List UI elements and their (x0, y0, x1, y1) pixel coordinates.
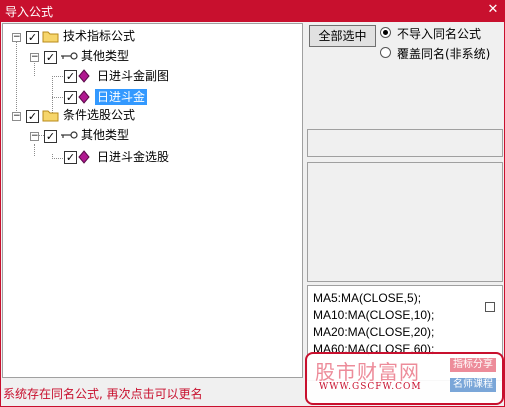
key-icon (61, 52, 78, 60)
folder-icon (42, 110, 59, 122)
tree-checkbox[interactable]: ✓ (64, 91, 77, 104)
tree-checkbox[interactable]: ✓ (44, 130, 57, 143)
tree-node[interactable]: − ✓ 条件选股公式 (3, 107, 203, 125)
collapse-icon[interactable]: − (30, 53, 39, 62)
formula-diamond-icon (78, 150, 90, 164)
formula-diamond-icon (78, 69, 90, 83)
close-icon[interactable]: ✕ (485, 2, 501, 18)
radio-overwrite-duplicates[interactable] (380, 47, 391, 58)
tree-node-label: 日进斗金 (95, 89, 148, 105)
dialog-body: − ✓ 技术指标公式 − ✓ 其他类型 ✓ 日进斗金副图 ✓ 日进斗金 − ✓ … (0, 22, 505, 407)
status-message: 系统存在同名公式, 再次点击可以更名 (3, 387, 203, 401)
tree-checkbox[interactable]: ✓ (26, 31, 39, 44)
radio-label[interactable]: 不导入同名公式 (397, 25, 481, 42)
tree-node[interactable]: − ✓ 技术指标公式 (3, 28, 203, 46)
options-panel: 全部选中 不导入同名公式 覆盖同名(非系统) MA5:MA(CLOSE,5); … (306, 22, 504, 382)
radio-skip-duplicates[interactable] (380, 27, 391, 38)
formula-diamond-icon (78, 90, 90, 104)
tree-node[interactable]: ✓ 日进斗金选股 (3, 148, 223, 166)
description-box (307, 162, 503, 282)
select-all-button[interactable]: 全部选中 (309, 25, 376, 47)
key-icon (61, 131, 78, 139)
tree-node-label: 日进斗金选股 (97, 150, 170, 164)
watermark-tag: 指标分享 (450, 358, 496, 372)
watermark-tag: 名师课程 (450, 378, 496, 392)
tree-checkbox[interactable]: ✓ (44, 51, 57, 64)
watermark-brand: 股市财富网 (315, 360, 420, 384)
collapse-icon[interactable]: − (30, 132, 39, 141)
formula-tree[interactable]: − ✓ 技术指标公式 − ✓ 其他类型 ✓ 日进斗金副图 ✓ 日进斗金 − ✓ … (2, 23, 303, 378)
window-title: 导入公式 (5, 5, 54, 19)
tree-node-label: 其他类型 (81, 128, 130, 142)
collapse-icon[interactable]: − (12, 33, 21, 42)
tree-checkbox[interactable]: ✓ (26, 110, 39, 123)
watermark-logo: 股市财富网 WWW.GSCFW.COM 指标分享 名师课程 (305, 352, 504, 405)
watermark-url: WWW.GSCFW.COM (319, 382, 422, 392)
tree-node-label: 其他类型 (81, 49, 130, 63)
collapse-icon[interactable]: − (12, 112, 21, 121)
tree-node[interactable]: − ✓ 其他类型 (3, 48, 203, 66)
code-line: MA5:MA(CLOSE,5); (313, 291, 422, 305)
tree-node-label: 条件选股公式 (63, 108, 136, 122)
tree-node-label: 技术指标公式 (63, 29, 136, 43)
tree-checkbox[interactable]: ✓ (64, 151, 77, 164)
preview-checkbox[interactable] (485, 302, 495, 312)
tree-node[interactable]: ✓ 日进斗金副图 (3, 68, 223, 86)
tree-node[interactable]: − ✓ 其他类型 (3, 127, 203, 145)
radio-label[interactable]: 覆盖同名(非系统) (397, 45, 490, 62)
info-box (307, 129, 503, 157)
title-bar: 导入公式 ✕ (0, 0, 505, 22)
code-line: MA20:MA(CLOSE,20); (313, 325, 435, 339)
tree-node-label: 日进斗金副图 (97, 69, 170, 83)
tree-checkbox[interactable]: ✓ (64, 70, 77, 83)
code-line: MA10:MA(CLOSE,10); (313, 308, 435, 322)
tree-node[interactable]: ✓ 日进斗金 (3, 88, 223, 106)
folder-icon (42, 31, 59, 43)
